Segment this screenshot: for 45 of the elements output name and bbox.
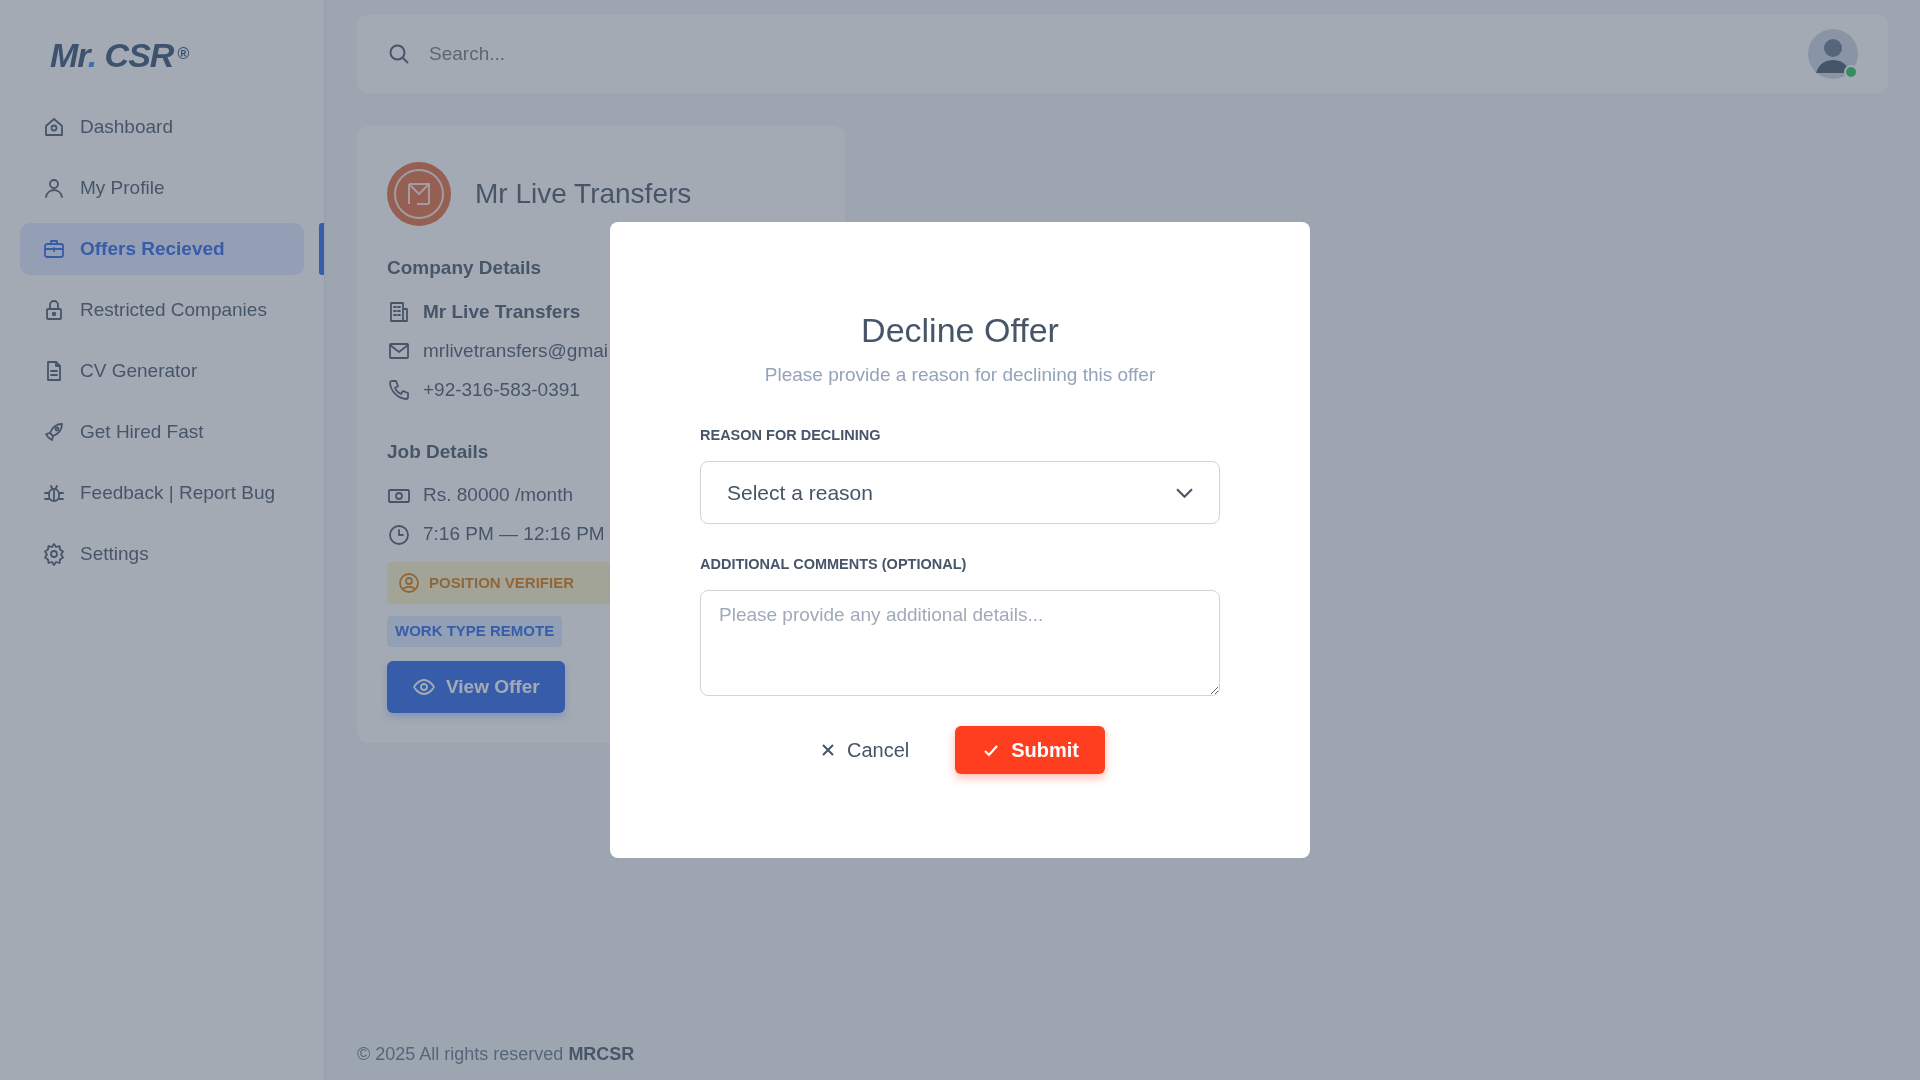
dialog-subtitle: Please provide a reason for declining this offer <box>763 362 1157 387</box>
detail-text: +92-316-583-0391 <box>423 377 580 402</box>
gear-icon <box>42 542 66 566</box>
dialog-title: Decline Offer <box>860 310 1060 351</box>
sidebar-item[interactable]: Restricted Companies <box>20 284 304 336</box>
cancel-button[interactable]: Cancel <box>814 733 916 766</box>
section-heading: Job Details <box>387 439 489 464</box>
phone-icon <box>387 378 411 402</box>
avatar[interactable] <box>1808 29 1858 79</box>
comments-field[interactable]: Please provide any additional details... <box>700 589 1220 696</box>
briefcase-icon <box>42 237 66 261</box>
detail-text: mrlivetransfers@gmai <box>423 338 609 363</box>
user-icon <box>42 176 66 200</box>
detail-text: 7:16 PM — 12:16 PM <box>423 522 605 547</box>
active-indicator <box>319 223 324 275</box>
search-icon <box>387 42 411 66</box>
logo: Mr. CSR$^{®}$ <box>50 35 189 76</box>
detail-text: Mr Live Transfers <box>423 299 581 324</box>
sidebar-item[interactable]: CV Generator <box>20 345 304 397</box>
field-label: ADDITIONAL COMMENTS (OPTIONAL) <box>700 555 968 575</box>
clock-icon <box>387 522 411 547</box>
search-input[interactable]: Search... <box>427 38 1778 70</box>
work-type-badge: WORK TYPE REMOTE <box>387 616 563 647</box>
view-offer-button[interactable]: View Offer <box>387 660 565 713</box>
sidebar-item[interactable]: My Profile <box>20 162 304 214</box>
sidebar-item[interactable]: Feedback | Report Bug <box>20 467 304 519</box>
badge-label: POSITION VERIFIER <box>429 572 575 593</box>
submit-button[interactable]: Submit <box>955 725 1105 774</box>
user-circle-icon <box>397 571 421 595</box>
reason-select[interactable]: Select a reason <box>700 461 1220 525</box>
search-bar[interactable]: Search... <box>357 15 1778 93</box>
company-logo-icon <box>387 162 451 226</box>
close-icon <box>820 742 835 757</box>
footer-text: © 2025 All rights reserved MRCSR <box>357 1043 636 1066</box>
company-name: Mr Live Transfers <box>475 177 692 211</box>
rocket-icon <box>42 420 66 444</box>
detail-text: Rs. 80000 /month <box>423 483 573 508</box>
chevron-down-icon <box>1176 487 1193 498</box>
sidebar-item[interactable]: Get Hired Fast <box>20 406 304 458</box>
sidebar-item[interactable]: Settings <box>20 528 304 580</box>
section-heading: Company Details <box>387 256 542 280</box>
field-label: REASON FOR DECLINING <box>700 426 882 446</box>
house-icon <box>42 115 66 139</box>
sidebar-item[interactable]: Dashboard <box>20 101 304 153</box>
building-icon <box>387 300 411 324</box>
